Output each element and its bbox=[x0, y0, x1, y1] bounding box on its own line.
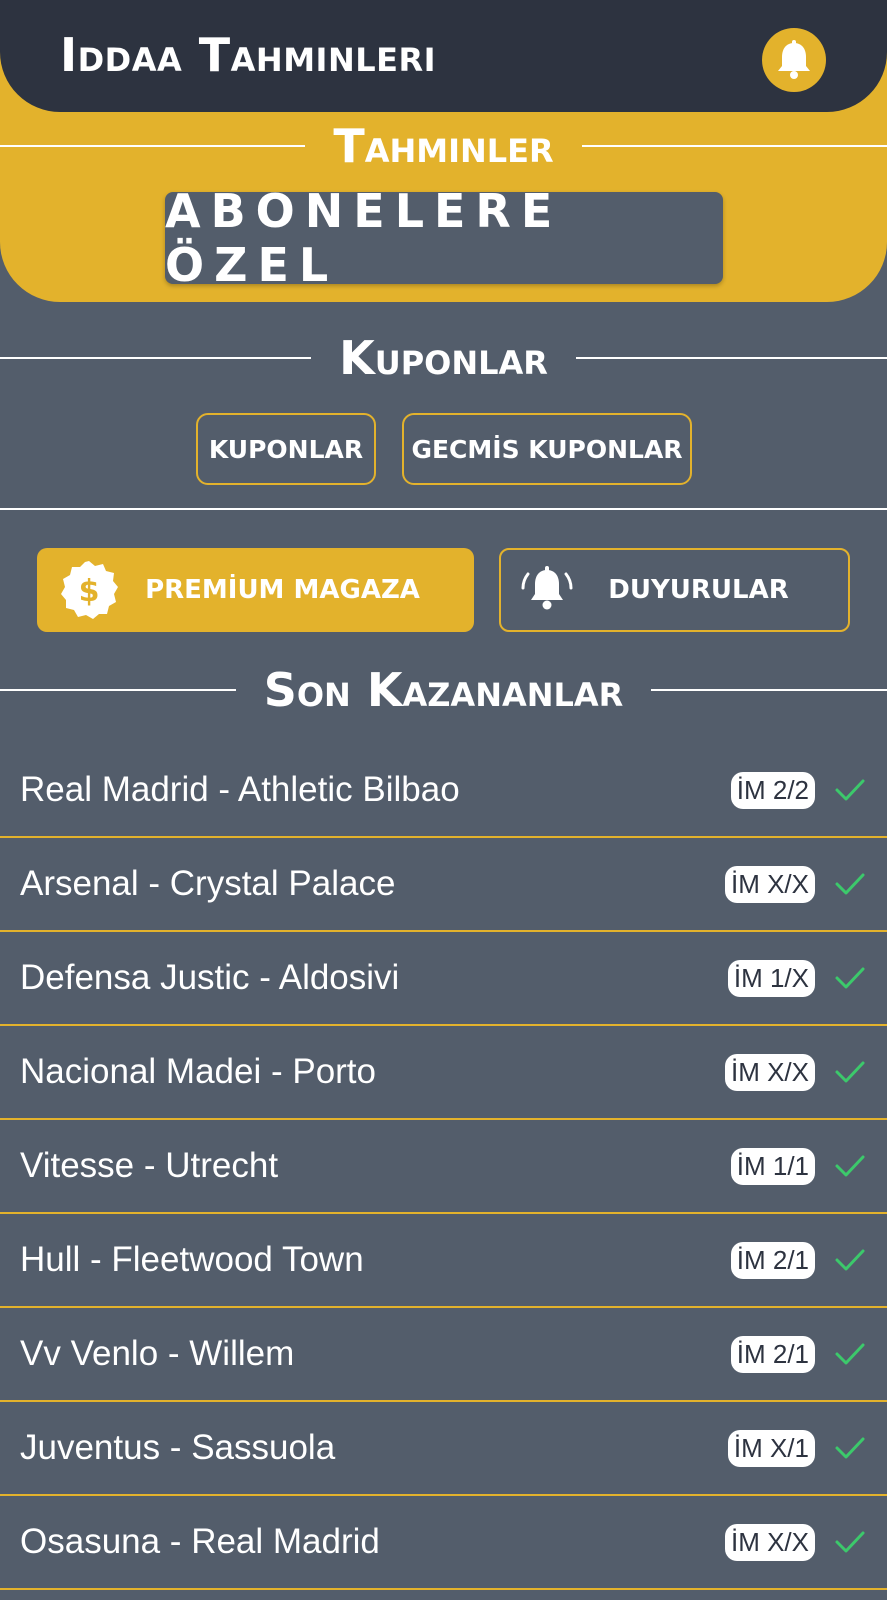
heading-line-right bbox=[651, 689, 887, 691]
check-icon bbox=[833, 773, 867, 807]
check-icon bbox=[833, 1149, 867, 1183]
pick-badge: İM X/X bbox=[724, 1523, 815, 1561]
heading-line-left bbox=[0, 689, 236, 691]
heading-line-left bbox=[0, 357, 312, 359]
list-item[interactable]: Vitesse - Utrecht İM 1/1 bbox=[0, 1120, 887, 1214]
app-header: Iddaa Tahminleri bbox=[0, 0, 887, 112]
announcements-label: DUYURULAR bbox=[608, 575, 789, 605]
pick-badge: İM 2/1 bbox=[730, 1241, 815, 1279]
match-name: Vv Venlo - Willem bbox=[20, 1334, 295, 1373]
announcements-button[interactable]: DUYURULAR bbox=[499, 548, 850, 632]
notifications-button[interactable] bbox=[762, 28, 826, 92]
pick-badge: İM 2/2 bbox=[730, 771, 815, 809]
list-item[interactable]: Nacional Madei - Porto İM X/X bbox=[0, 1026, 887, 1120]
pick-badge: İM X/1 bbox=[727, 1429, 815, 1467]
predictions-heading-text: Tahminler bbox=[333, 119, 554, 173]
announcements-icon-wrap bbox=[505, 564, 589, 616]
check-icon bbox=[833, 1055, 867, 1089]
recent-winners-heading: Son Kazananlar bbox=[0, 660, 887, 720]
check-icon bbox=[833, 1431, 867, 1465]
bell-icon bbox=[521, 566, 573, 610]
coupons-button[interactable]: KUPONLAR bbox=[196, 413, 376, 485]
svg-text:$: $ bbox=[79, 574, 100, 609]
match-name: Vitesse - Utrecht bbox=[20, 1146, 279, 1185]
recent-winners-list: Real Madrid - Athletic Bilbao İM 2/2 Ars… bbox=[0, 744, 887, 1590]
match-name: Osasuna - Real Madrid bbox=[20, 1522, 380, 1561]
coupons-heading: Kuponlar bbox=[0, 328, 887, 388]
check-icon bbox=[833, 961, 867, 995]
pick-badge: İM X/X bbox=[724, 865, 815, 903]
pick-badge: İM 2/1 bbox=[730, 1335, 815, 1373]
match-name: Nacional Madei - Porto bbox=[20, 1052, 376, 1091]
match-name: Hull - Fleetwood Town bbox=[20, 1240, 364, 1279]
match-name: Arsenal - Crystal Palace bbox=[20, 864, 396, 903]
match-name: Defensa Justic - Aldosivi bbox=[20, 958, 400, 997]
match-name: Juventus - Sassuola bbox=[20, 1428, 336, 1467]
bell-icon bbox=[778, 40, 810, 79]
list-item[interactable]: Defensa Justic - Aldosivi İM 1/X bbox=[0, 932, 887, 1026]
recent-winners-heading-text: Son Kazananlar bbox=[263, 663, 624, 717]
list-item[interactable]: Vv Venlo - Willem İM 2/1 bbox=[0, 1308, 887, 1402]
list-item[interactable]: Real Madrid - Athletic Bilbao İM 2/2 bbox=[0, 744, 887, 838]
list-item[interactable]: Hull - Fleetwood Town İM 2/1 bbox=[0, 1214, 887, 1308]
subscribers-exclusive-button[interactable]: ABONELERE ÖZEL bbox=[165, 184, 723, 292]
predictions-heading: Tahminler bbox=[0, 116, 887, 176]
heading-line-left bbox=[0, 145, 306, 147]
dollar-badge-icon: $ bbox=[61, 561, 118, 619]
check-icon bbox=[833, 867, 867, 901]
app-title: Iddaa Tahminleri bbox=[60, 28, 437, 82]
check-icon bbox=[833, 1337, 867, 1371]
past-coupons-button[interactable]: GECMİS KUPONLAR bbox=[402, 413, 692, 485]
coupons-heading-text: Kuponlar bbox=[339, 331, 548, 385]
match-name: Real Madrid - Athletic Bilbao bbox=[20, 770, 460, 809]
heading-line-right bbox=[575, 357, 887, 359]
pick-badge: İM 1/X bbox=[727, 959, 815, 997]
pick-badge: İM 1/1 bbox=[730, 1147, 815, 1185]
list-item[interactable]: Juventus - Sassuola İM X/1 bbox=[0, 1402, 887, 1496]
list-item[interactable]: Osasuna - Real Madrid İM X/X bbox=[0, 1496, 887, 1590]
premium-store-label: PREMİUM MAGAZA bbox=[145, 575, 420, 605]
heading-line-right bbox=[581, 145, 887, 147]
check-icon bbox=[833, 1243, 867, 1277]
premium-store-button[interactable]: $ PREMİUM MAGAZA bbox=[37, 548, 474, 632]
pick-badge: İM X/X bbox=[724, 1053, 815, 1091]
list-item[interactable]: Arsenal - Crystal Palace İM X/X bbox=[0, 838, 887, 932]
check-icon bbox=[833, 1525, 867, 1559]
premium-icon-wrap: $ bbox=[47, 559, 131, 621]
section-divider bbox=[0, 508, 887, 510]
